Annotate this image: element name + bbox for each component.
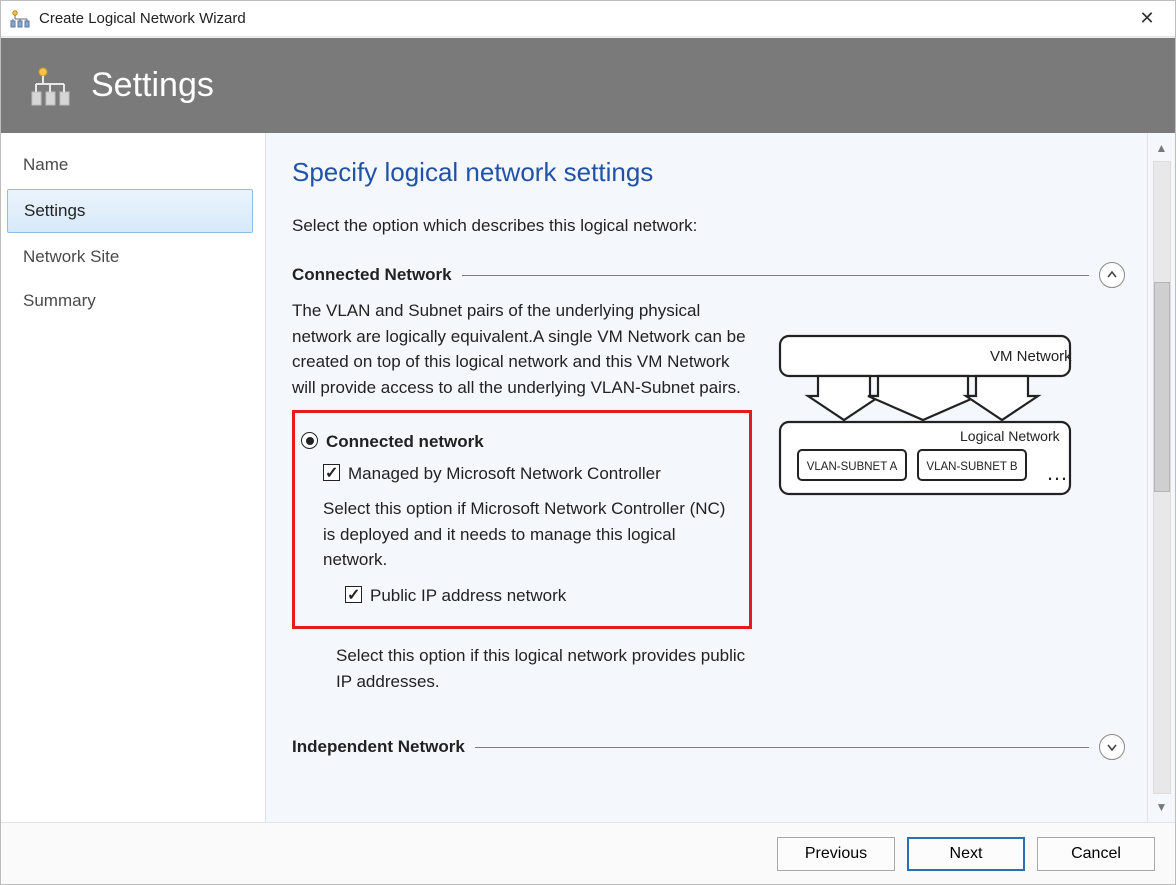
page-title: Specify logical network settings xyxy=(292,157,1125,188)
header-banner: Settings xyxy=(1,37,1175,133)
connected-network-radio-label: Connected network xyxy=(326,429,484,455)
banner-title: Settings xyxy=(91,66,214,105)
diagram-vlan-b: VLAN-SUBNET B xyxy=(926,461,1018,473)
close-button[interactable]: ✕ xyxy=(1127,8,1167,29)
public-ip-checkbox[interactable] xyxy=(345,586,362,603)
sidebar-item-settings[interactable]: Settings xyxy=(7,189,253,233)
next-button[interactable]: Next xyxy=(907,837,1025,871)
window-title: Create Logical Network Wizard xyxy=(39,10,1127,27)
managed-by-nc-row[interactable]: Managed by Microsoft Network Controller xyxy=(323,461,739,487)
public-ip-description: Select this option if this logical netwo… xyxy=(336,643,752,694)
diagram-vlan-a: VLAN-SUBNET A xyxy=(807,461,898,473)
managed-by-nc-label: Managed by Microsoft Network Controller xyxy=(348,461,661,487)
public-ip-row[interactable]: Public IP address network xyxy=(345,583,739,609)
cancel-button[interactable]: Cancel xyxy=(1037,837,1155,871)
connected-network-radio[interactable] xyxy=(301,432,318,449)
connected-network-description: The VLAN and Subnet pairs of the underly… xyxy=(292,298,752,400)
scrollbar[interactable]: ▲ ▼ xyxy=(1147,133,1175,822)
wizard-steps-sidebar: Name Settings Network Site Summary xyxy=(1,133,266,822)
diagram-ellipsis: … xyxy=(1046,460,1068,485)
highlighted-options-box: Connected network Managed by Microsoft N… xyxy=(292,410,752,629)
sidebar-item-network-site[interactable]: Network Site xyxy=(1,235,265,279)
connected-network-header: Connected Network xyxy=(292,262,1125,288)
network-diagram: VM Network Logical Network VLAN-SUBNET A… xyxy=(770,330,1125,505)
scroll-up-icon[interactable]: ▲ xyxy=(1150,139,1174,157)
independent-network-header: Independent Network xyxy=(292,734,1125,760)
titlebar: Create Logical Network Wizard ✕ xyxy=(1,1,1175,37)
expand-independent-button[interactable] xyxy=(1099,734,1125,760)
scroll-thumb[interactable] xyxy=(1154,282,1170,492)
wizard-footer: Previous Next Cancel xyxy=(1,822,1175,884)
scroll-down-icon[interactable]: ▼ xyxy=(1150,798,1174,816)
network-icon xyxy=(29,64,73,108)
sidebar-item-summary[interactable]: Summary xyxy=(1,279,265,323)
divider xyxy=(462,275,1089,276)
sidebar-item-name[interactable]: Name xyxy=(1,143,265,187)
diagram-vm-label: VM Network xyxy=(990,348,1072,365)
managed-by-nc-checkbox[interactable] xyxy=(323,464,340,481)
scroll-track[interactable] xyxy=(1153,161,1171,794)
public-ip-label: Public IP address network xyxy=(370,583,566,609)
divider xyxy=(475,747,1089,748)
connected-network-radio-row[interactable]: Connected network xyxy=(301,429,739,455)
managed-by-nc-description: Select this option if Microsoft Network … xyxy=(323,496,739,573)
independent-network-title: Independent Network xyxy=(292,737,465,757)
collapse-connected-button[interactable] xyxy=(1099,262,1125,288)
diagram-logical-label: Logical Network xyxy=(960,428,1061,444)
previous-button[interactable]: Previous xyxy=(777,837,895,871)
instruction-text: Select the option which describes this l… xyxy=(292,216,1125,236)
connected-network-title: Connected Network xyxy=(292,265,452,285)
app-icon xyxy=(9,8,31,30)
